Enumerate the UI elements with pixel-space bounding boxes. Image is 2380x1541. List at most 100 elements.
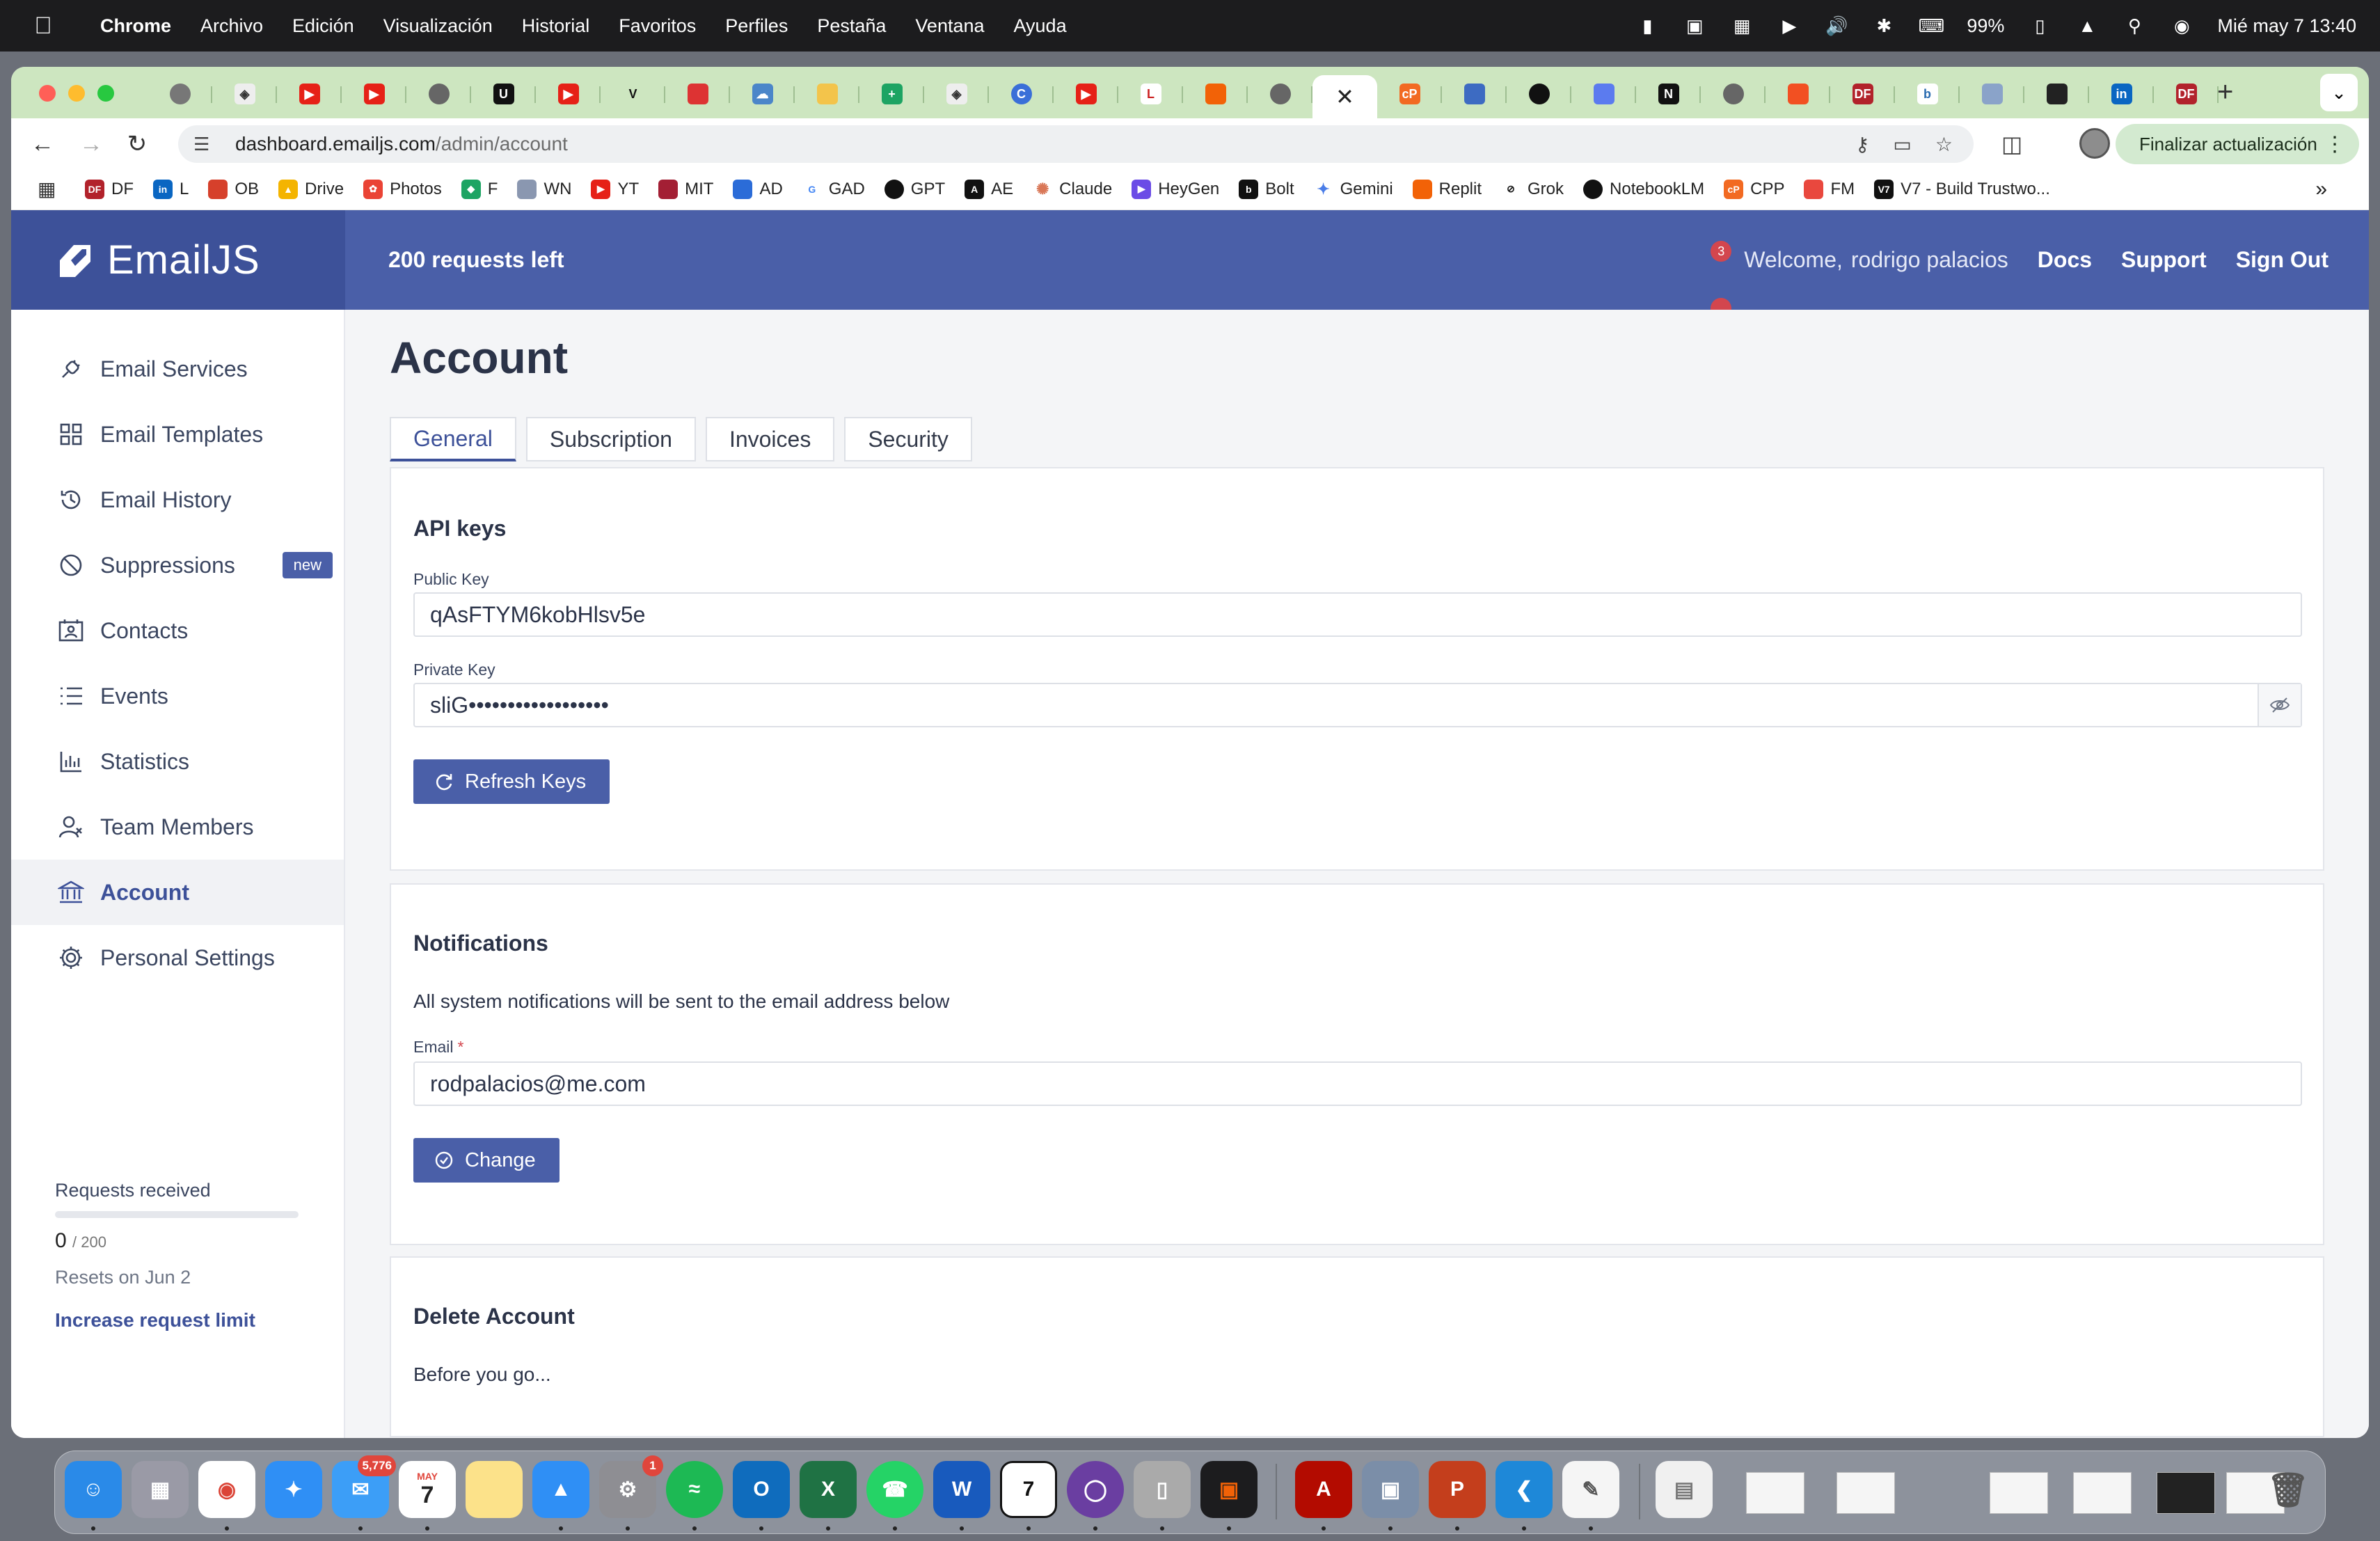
minimized-window-thumbnail[interactable] xyxy=(2073,1472,2132,1514)
more-bookmarks-chevron-icon[interactable]: » xyxy=(2315,177,2327,201)
menu-archivo[interactable]: Archivo xyxy=(200,15,263,37)
browser-tab[interactable]: ▶ xyxy=(1054,75,1118,113)
menu-favoritos[interactable]: Favoritos xyxy=(619,15,696,37)
calendar-7-app-icon[interactable]: 7 xyxy=(1000,1461,1057,1518)
play-icon[interactable]: ▶ xyxy=(1777,15,1801,36)
public-key-field[interactable]: qAsFTYM6kobHlsv5e xyxy=(413,592,2302,637)
replit-app-icon[interactable]: ▣ xyxy=(1200,1461,1258,1518)
mail-app-icon[interactable]: ✉ 5,776 xyxy=(332,1455,396,1518)
browser-tab[interactable]: DF xyxy=(1830,75,1895,113)
bookmark-cpp[interactable]: cP CPP xyxy=(1724,179,1784,199)
launchpad-app-icon[interactable]: ▦ xyxy=(132,1461,189,1518)
spotify-app-icon[interactable]: ≈ xyxy=(666,1461,723,1518)
sidebar-item-events[interactable]: Events xyxy=(11,663,344,729)
bookmark-replit[interactable]: Replit xyxy=(1412,179,1482,199)
browser-tab[interactable]: ▶ xyxy=(277,75,342,113)
browser-tab-active[interactable]: ✕ xyxy=(1312,75,1377,118)
browser-tab[interactable]: C xyxy=(989,75,1054,113)
acrobat-app-icon[interactable]: A xyxy=(1295,1461,1352,1518)
document-thumbnail[interactable]: ▤ xyxy=(1656,1461,1713,1518)
bookmark-claude[interactable]: ✺ Claude xyxy=(1033,179,1112,199)
word-app-icon[interactable]: W xyxy=(933,1461,990,1518)
sidebar-item-account[interactable]: Account xyxy=(11,860,344,925)
browser-tab[interactable] xyxy=(2024,75,2089,113)
browser-tab[interactable]: ▶ xyxy=(342,75,406,113)
keynote-app-icon[interactable]: ▲ xyxy=(532,1461,589,1518)
calendar-app-icon[interactable]: MAY 7 xyxy=(399,1461,456,1518)
powerpoint-app-icon[interactable]: P xyxy=(1429,1461,1486,1518)
sidebar-item-email-services[interactable]: Email Services xyxy=(11,336,344,402)
bookmark-gemini[interactable]: ✦ Gemini xyxy=(1313,179,1393,199)
circle-app-icon[interactable]: ◯ xyxy=(1067,1461,1124,1518)
forward-arrow-icon[interactable]: → xyxy=(75,128,107,160)
browser-tab[interactable]: N xyxy=(1636,75,1701,113)
sidebar-item-personal-settings[interactable]: Personal Settings xyxy=(11,925,344,990)
textedit-app-icon[interactable]: ✎ xyxy=(1562,1461,1619,1518)
bookmark-grok[interactable]: ⊘ Grok xyxy=(1501,179,1564,199)
battery-percent[interactable]: 99% xyxy=(1967,15,2004,37)
safari-app-icon[interactable]: ✦ xyxy=(265,1461,322,1518)
bookmark-heygen[interactable]: ▶ HeyGen xyxy=(1132,179,1219,199)
outlook-app-icon[interactable]: O xyxy=(733,1461,790,1518)
user-name[interactable]: rodrigo palacios xyxy=(1851,247,2008,273)
menu-app-name[interactable]: Chrome xyxy=(100,15,171,37)
close-tab-icon[interactable]: ✕ xyxy=(1335,84,1354,110)
sidebar-item-statistics[interactable]: Statistics xyxy=(11,729,344,794)
trash-icon[interactable]: 🗑 xyxy=(2260,1461,2317,1518)
sign-out-link[interactable]: Sign Out xyxy=(2236,247,2329,273)
audio-waveform-icon[interactable]: ▮ xyxy=(1635,15,1659,36)
browser-tab[interactable]: b xyxy=(1895,75,1960,113)
browser-tab[interactable] xyxy=(1183,75,1248,113)
notes-app-icon[interactable] xyxy=(466,1461,523,1518)
bookmark-drive[interactable]: ▲ Drive xyxy=(278,179,344,199)
install-app-icon[interactable]: ▭ xyxy=(1893,133,1911,156)
bookmark-gad[interactable]: G GAD xyxy=(802,179,865,199)
browser-tab[interactable]: ▶ xyxy=(536,75,601,113)
menu-pestana[interactable]: Pestaña xyxy=(817,15,886,37)
menu-ventana[interactable]: Ventana xyxy=(915,15,984,37)
update-chrome-button[interactable]: Finalizar actualización ⋮ xyxy=(2116,124,2359,164)
minimized-window-thumbnail[interactable] xyxy=(1836,1472,1895,1514)
browser-tab[interactable] xyxy=(1766,75,1830,113)
tab-invoices[interactable]: Invoices xyxy=(705,417,835,461)
browser-tab[interactable]: ☁ xyxy=(730,75,795,113)
bookmark-ad[interactable]: AD xyxy=(733,179,783,199)
finder-app-icon[interactable]: ☺ xyxy=(65,1461,122,1518)
screen-mirror-icon[interactable]: ▣ xyxy=(1683,15,1706,36)
sidebar-item-suppressions[interactable]: Suppressions new xyxy=(11,532,344,598)
browser-tab[interactable]: V xyxy=(601,75,665,113)
bookmark-notebooklm[interactable]: NotebookLM xyxy=(1583,179,1704,199)
menubar-clock[interactable]: Mié may 7 13:40 xyxy=(2217,15,2356,37)
volume-icon[interactable]: 🔊 xyxy=(1825,15,1848,36)
browser-tab[interactable]: DF xyxy=(2154,75,2219,113)
bookmark-df[interactable]: DF DF xyxy=(85,179,134,199)
tab-search-chevron-icon[interactable]: ⌄ xyxy=(2320,74,2358,111)
tab-general[interactable]: General xyxy=(390,417,516,461)
browser-tab[interactable] xyxy=(1442,75,1507,113)
support-link[interactable]: Support xyxy=(2121,247,2207,273)
bookmark-linkedin[interactable]: in L xyxy=(153,179,189,199)
browser-tab[interactable] xyxy=(1960,75,2024,113)
iphone-mirroring-app-icon[interactable]: ▯ xyxy=(1134,1461,1191,1518)
extensions-puzzle-icon[interactable]: ◫ xyxy=(2001,131,2022,157)
bookmark-wn[interactable]: WN xyxy=(517,179,571,199)
control-center-icon[interactable]: ◉ xyxy=(2170,15,2193,36)
change-email-button[interactable]: Change xyxy=(413,1138,560,1183)
menu-ayuda[interactable]: Ayuda xyxy=(1014,15,1067,37)
minimized-window-thumbnail[interactable] xyxy=(1990,1472,2048,1514)
menu-perfiles[interactable]: Perfiles xyxy=(725,15,788,37)
notification-badge-secondary[interactable] xyxy=(1711,298,1732,310)
sidebar-item-contacts[interactable]: Contacts xyxy=(11,598,344,663)
browser-tab[interactable] xyxy=(1571,75,1636,113)
browser-tab[interactable]: L xyxy=(1118,75,1183,113)
excel-app-icon[interactable]: X xyxy=(800,1461,857,1518)
refresh-keys-button[interactable]: Refresh Keys xyxy=(413,759,610,804)
sidebar-item-email-history[interactable]: Email History xyxy=(11,467,344,532)
profile-avatar[interactable] xyxy=(2079,128,2110,159)
notification-badge[interactable]: 3 xyxy=(1711,241,1732,262)
address-bar[interactable]: ☰ dashboard.emailjs.com/admin/account ⚷ … xyxy=(178,125,1974,163)
back-arrow-icon[interactable]: ← xyxy=(26,128,58,160)
bookmark-mit[interactable]: MIT xyxy=(658,179,713,199)
menu-visualizacion[interactable]: Visualización xyxy=(383,15,493,37)
sidebar-item-team-members[interactable]: Team Members xyxy=(11,794,344,860)
